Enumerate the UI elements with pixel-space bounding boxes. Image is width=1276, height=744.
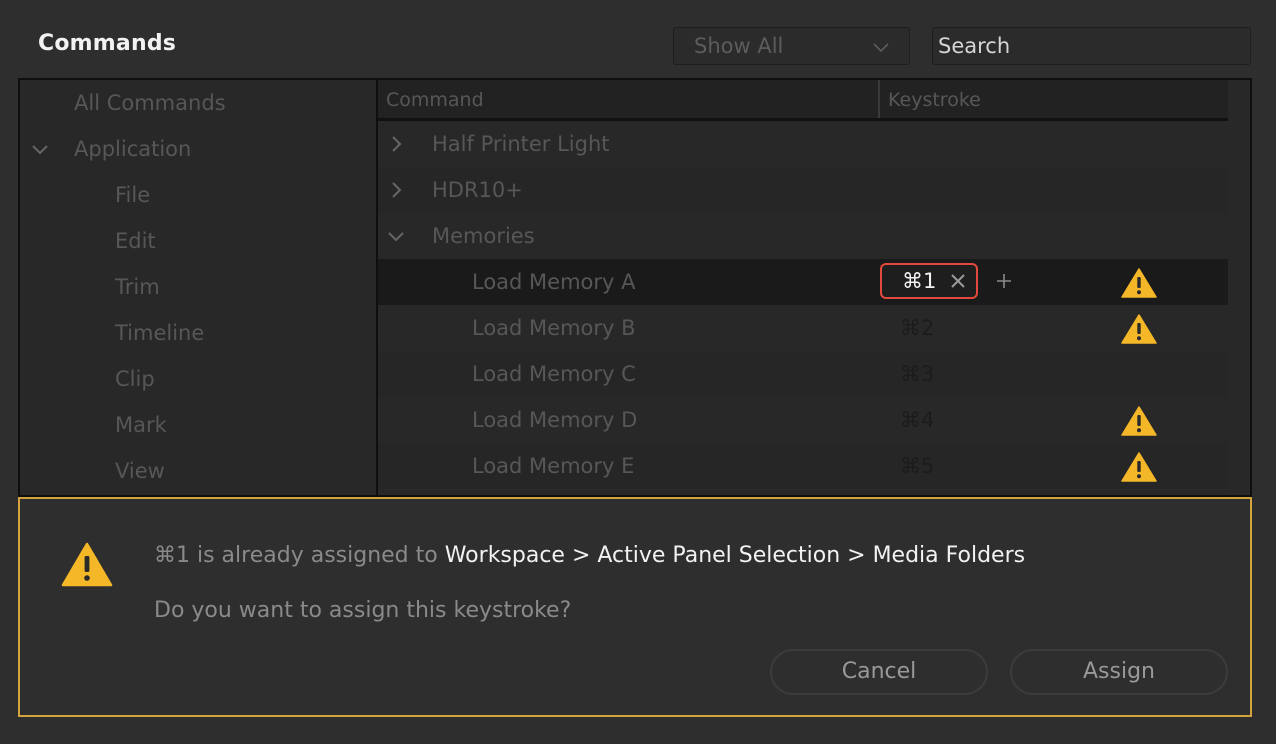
sidebar-item-view[interactable]: View bbox=[115, 448, 165, 494]
sidebar-item-mark[interactable]: Mark bbox=[115, 402, 167, 448]
sidebar-item-label: Clip bbox=[115, 367, 155, 391]
sidebar-item-label: Timeline bbox=[115, 321, 205, 345]
sidebar-item-label: Trim bbox=[115, 275, 160, 299]
command-label: Load Memory E bbox=[472, 454, 635, 478]
sidebar-item-all-commands[interactable]: All Commands bbox=[74, 80, 226, 126]
page-title: Commands bbox=[38, 31, 177, 56]
sidebar-item-application[interactable]: Application bbox=[32, 126, 192, 172]
chevron-down-icon bbox=[873, 43, 889, 53]
keystroke-value[interactable]: ⌘3 bbox=[900, 351, 934, 397]
table-row-selected[interactable]: Load Memory A ⌘1 bbox=[378, 259, 1228, 305]
conflict-target-path: Workspace > Active Panel Selection > Med… bbox=[444, 543, 1026, 568]
search-input[interactable] bbox=[938, 34, 1250, 58]
chevron-right-icon[interactable] bbox=[386, 134, 406, 154]
table-row[interactable]: Load Memory D ⌘4 bbox=[378, 397, 1228, 443]
warning-icon bbox=[1121, 314, 1157, 344]
sidebar-item-label: Mark bbox=[115, 413, 167, 437]
warning-icon bbox=[1121, 406, 1157, 436]
column-divider[interactable] bbox=[878, 80, 880, 118]
command-table: Command Keystroke Half Printer Light HDR… bbox=[378, 80, 1250, 495]
sidebar-item-label: View bbox=[115, 459, 165, 483]
category-sidebar: All Commands Application File Edit Trim … bbox=[20, 80, 378, 495]
command-group-label: HDR10+ bbox=[432, 178, 523, 202]
sidebar-item-edit[interactable]: Edit bbox=[115, 218, 156, 264]
conflict-question: Do you want to assign this keystroke? bbox=[154, 598, 572, 623]
sidebar-item-label: Edit bbox=[115, 229, 156, 253]
sidebar-item-file[interactable]: File bbox=[115, 172, 150, 218]
cancel-button[interactable]: Cancel bbox=[770, 649, 988, 695]
keystroke-value[interactable]: ⌘4 bbox=[900, 397, 934, 443]
table-row-group[interactable]: Half Printer Light bbox=[378, 121, 1228, 167]
chevron-down-icon[interactable] bbox=[386, 226, 406, 246]
warning-icon bbox=[1121, 452, 1157, 482]
add-keystroke-icon[interactable] bbox=[993, 270, 1015, 292]
sidebar-item-clip[interactable]: Clip bbox=[115, 356, 155, 402]
clear-keystroke-icon[interactable] bbox=[948, 271, 968, 291]
command-label: Load Memory A bbox=[472, 270, 636, 294]
filter-dropdown[interactable]: Show All bbox=[673, 27, 910, 65]
table-row-group[interactable]: HDR10+ bbox=[378, 167, 1228, 213]
chevron-right-icon[interactable] bbox=[386, 180, 406, 200]
table-row[interactable]: Load Memory B ⌘2 bbox=[378, 305, 1228, 351]
column-header-keystroke[interactable]: Keystroke bbox=[888, 80, 981, 118]
filter-dropdown-value: Show All bbox=[694, 34, 784, 58]
keystroke-value: ⌘1 bbox=[902, 269, 937, 293]
commands-panel: All Commands Application File Edit Trim … bbox=[18, 78, 1252, 497]
chevron-down-icon[interactable] bbox=[30, 139, 50, 159]
keystroke-edit-field[interactable]: ⌘1 bbox=[880, 263, 978, 299]
sidebar-item-label: File bbox=[115, 183, 151, 207]
sidebar-item-label: Application bbox=[74, 137, 192, 161]
table-row-group[interactable]: Memories bbox=[378, 213, 1228, 259]
keystroke-value[interactable]: ⌘5 bbox=[900, 443, 934, 489]
command-label: Load Memory D bbox=[472, 408, 638, 432]
conflict-message-prefix: ⌘1 is already assigned to bbox=[154, 543, 445, 568]
assign-button[interactable]: Assign bbox=[1010, 649, 1228, 695]
column-header-command[interactable]: Command bbox=[386, 80, 484, 118]
search-field[interactable] bbox=[932, 27, 1251, 65]
sidebar-item-label: All Commands bbox=[74, 91, 226, 115]
warning-icon bbox=[1121, 268, 1157, 298]
table-header: Command Keystroke bbox=[378, 80, 1228, 121]
command-group-label: Half Printer Light bbox=[432, 132, 610, 156]
sidebar-item-timeline[interactable]: Timeline bbox=[115, 310, 204, 356]
keystroke-conflict-dialog: ⌘1 is already assigned to Workspace > Ac… bbox=[18, 497, 1252, 717]
conflict-message: ⌘1 is already assigned to Workspace > Ac… bbox=[154, 543, 1025, 568]
table-row[interactable]: Load Memory C ⌘3 bbox=[378, 351, 1228, 397]
warning-icon bbox=[61, 542, 113, 587]
table-row[interactable]: Load Memory E ⌘5 bbox=[378, 443, 1228, 489]
command-label: Load Memory B bbox=[472, 316, 636, 340]
keystroke-value[interactable]: ⌘2 bbox=[900, 305, 934, 351]
command-group-label: Memories bbox=[432, 224, 535, 248]
command-label: Load Memory C bbox=[472, 362, 636, 386]
sidebar-item-trim[interactable]: Trim bbox=[115, 264, 160, 310]
